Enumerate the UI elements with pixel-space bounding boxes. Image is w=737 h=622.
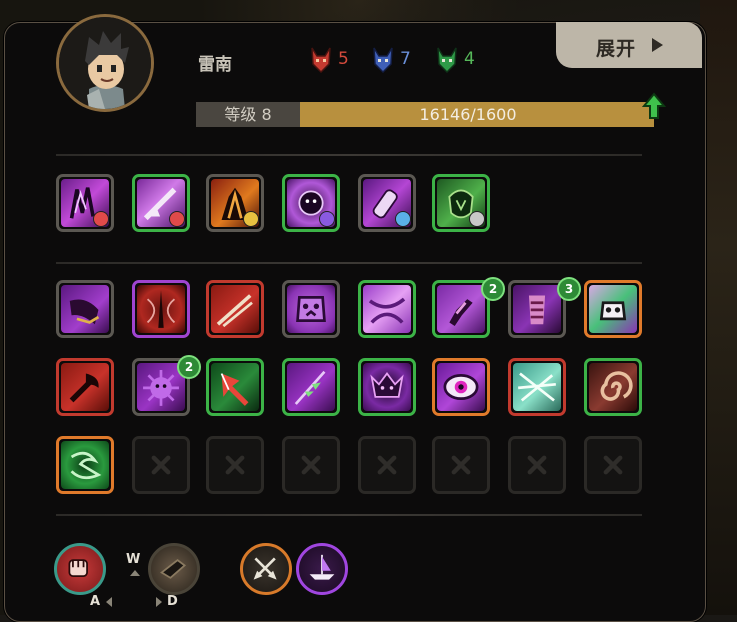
silver-gem-icon — [469, 211, 485, 227]
yellow-gem-icon — [243, 211, 259, 227]
divider-top — [56, 154, 642, 156]
resource-red-value: 5 — [338, 49, 349, 69]
empty-x-icon — [451, 455, 471, 475]
item-slot-r1-1[interactable] — [56, 280, 114, 338]
stack-count-badge: 2 — [481, 277, 505, 301]
level-label: 等级 8 — [196, 102, 300, 127]
empty-slot[interactable] — [206, 436, 264, 494]
character-name: 雷南 — [198, 55, 232, 75]
secondary-skill-button[interactable] — [148, 543, 200, 595]
equip-slot-5[interactable] — [358, 174, 416, 232]
up-arrow-icon — [130, 570, 140, 576]
play-arrow-icon — [652, 38, 663, 52]
resource-blue-value: 7 — [400, 49, 411, 69]
stack-count-badge: 3 — [557, 277, 581, 301]
green-demon-icon — [437, 47, 457, 74]
empty-x-icon — [603, 455, 623, 475]
item-slot-r1-3[interactable] — [206, 280, 264, 338]
crossed-swords-button[interactable] — [240, 543, 292, 595]
resource-red: 5 — [310, 42, 349, 76]
item-slot-r1-8[interactable] — [584, 280, 642, 338]
attack-skill-button[interactable] — [54, 543, 106, 595]
item-slot-r2-3[interactable] — [206, 358, 264, 416]
equip-slot-6[interactable] — [432, 174, 490, 232]
gauntlet-icon — [160, 559, 187, 579]
empty-slot[interactable] — [282, 436, 340, 494]
item-slot-r2-6[interactable] — [432, 358, 490, 416]
item-slot-r2-7[interactable] — [508, 358, 566, 416]
item-slot-r1-4[interactable] — [282, 280, 340, 338]
ship-icon — [309, 554, 335, 580]
blue-demon-icon — [373, 47, 393, 74]
expand-button[interactable]: 展开 — [556, 22, 702, 68]
key-a-label: A — [90, 594, 101, 609]
portrait-icon — [59, 17, 151, 109]
equip-slot-1[interactable] — [56, 174, 114, 232]
empty-x-icon — [527, 455, 547, 475]
item-slot-r2-1[interactable] — [56, 358, 114, 416]
item-slot-r2-4[interactable] — [282, 358, 340, 416]
item-slot-r2-8[interactable] — [584, 358, 642, 416]
stack-count-badge: 2 — [177, 355, 201, 379]
resource-green-value: 4 — [464, 49, 475, 69]
xp-text: 16146/1600 — [419, 105, 517, 124]
right-arrow-icon — [156, 597, 162, 607]
purple-gem-icon — [319, 211, 335, 227]
red-gem-icon — [169, 211, 185, 227]
crossed-swords-icon — [253, 557, 277, 580]
level-up-arrow-icon[interactable] — [642, 92, 666, 120]
blue-gem-icon — [395, 211, 411, 227]
empty-slot[interactable] — [132, 436, 190, 494]
empty-slot[interactable] — [358, 436, 416, 494]
left-arrow-icon — [106, 597, 112, 607]
divider-middle — [56, 262, 642, 264]
item-slot-r1-5[interactable] — [358, 280, 416, 338]
empty-slot[interactable] — [584, 436, 642, 494]
resource-green: 4 — [436, 42, 475, 76]
equip-slot-2[interactable] — [132, 174, 190, 232]
equip-slot-3[interactable] — [206, 174, 264, 232]
fist-icon — [68, 559, 88, 577]
divider-bottom — [56, 514, 642, 516]
empty-slot[interactable] — [432, 436, 490, 494]
red-demon-icon — [311, 47, 331, 74]
empty-x-icon — [151, 455, 171, 475]
equip-slot-4[interactable] — [282, 174, 340, 232]
key-w-label: W — [126, 552, 141, 567]
empty-x-icon — [301, 455, 321, 475]
empty-slot[interactable] — [508, 436, 566, 494]
resource-blue: 7 — [372, 42, 411, 76]
item-slot-r2-5[interactable] — [358, 358, 416, 416]
expand-label: 展开 — [596, 38, 637, 60]
item-slot-r1-2[interactable] — [132, 280, 190, 338]
magic-ship-button[interactable] — [296, 543, 348, 595]
key-d-label: D — [167, 594, 178, 609]
item-slot-r3-1[interactable] — [56, 436, 114, 494]
empty-x-icon — [377, 455, 397, 475]
character-portrait[interactable] — [56, 14, 154, 112]
empty-x-icon — [225, 455, 245, 475]
red-gem-icon — [93, 211, 109, 227]
